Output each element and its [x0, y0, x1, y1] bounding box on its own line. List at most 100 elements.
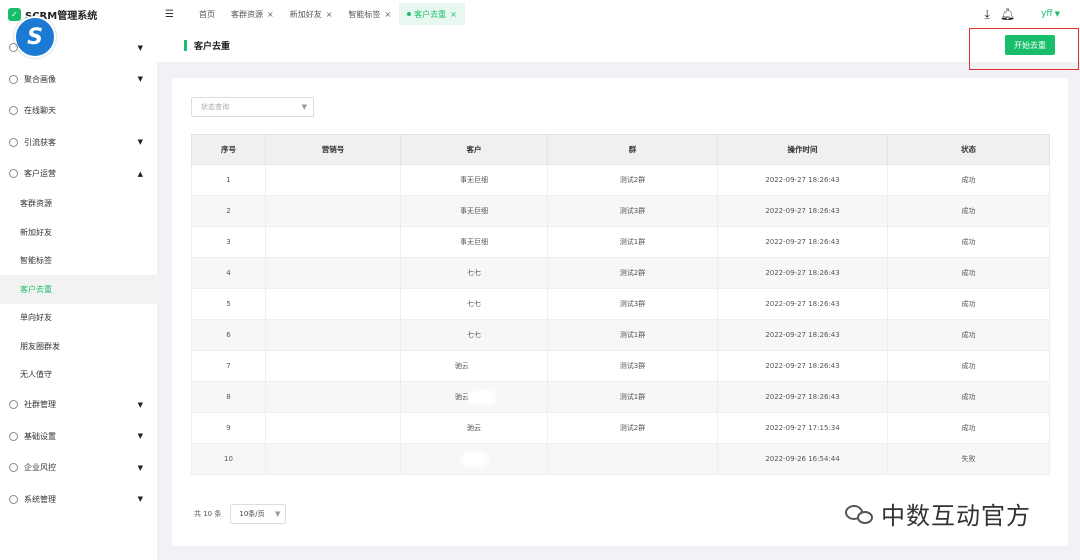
cell-index: 7: [191, 350, 266, 382]
user-icon: [9, 169, 18, 179]
user-menu[interactable]: yff ▼: [1041, 9, 1060, 19]
cell-account: [265, 164, 401, 196]
grid-icon: [9, 400, 18, 410]
page-title: 客户去重: [194, 41, 231, 52]
cell-index-text: 2: [226, 207, 231, 215]
column-header: 营销号: [265, 134, 401, 165]
cell-group-text: 测试2群: [619, 176, 646, 184]
cell-group-text: 测试2群: [619, 269, 646, 277]
start-dedupe-button[interactable]: 开始去重: [1005, 35, 1055, 55]
cell-index-text: 6: [226, 331, 231, 339]
cell-status-text: 成功: [961, 207, 976, 215]
cell-group: 测试2群: [547, 164, 718, 196]
cell-index: 5: [191, 288, 266, 320]
cell-group-text: 测试1群: [619, 238, 646, 246]
cell-index: 10: [191, 443, 266, 475]
cell-index-text: 1: [226, 176, 231, 184]
settings-icon: [9, 431, 18, 441]
close-icon[interactable]: ×: [326, 10, 333, 19]
tab-new-friends[interactable]: 新加好友 ×: [282, 3, 341, 25]
cell-status-text: 成功: [961, 362, 976, 370]
sidebar-subitem-moments-broadcast[interactable]: 朋友圈群发: [0, 332, 157, 361]
caret-down-icon: ▼: [274, 510, 281, 518]
page-size-select[interactable]: 10条/页 ▼: [230, 504, 287, 524]
table-body: 1 事无巨细 测试2群 2022-09-27 18:26:43 成功 2 事无巨细 测试3群 2…: [191, 164, 1050, 475]
cell-time: 2022-09-27 18:26:43: [717, 164, 888, 196]
wechat-icon: [845, 503, 875, 525]
sidebar-subitem-group-resources[interactable]: 客群资源: [0, 190, 157, 219]
sidebar-subitem-dedupe[interactable]: 客户去重: [0, 275, 157, 304]
caret-down-icon: ▼: [301, 103, 307, 111]
close-icon[interactable]: ×: [267, 10, 274, 19]
cell-customer: 七七: [400, 288, 548, 320]
tab-home[interactable]: 首页: [191, 3, 223, 25]
tab-smart-tags[interactable]: 智能标签 ×: [340, 3, 399, 25]
tab-dedupe[interactable]: 客户去重 ×: [399, 3, 465, 25]
sidebar-item-community[interactable]: 社群管理 ▼: [0, 389, 157, 421]
cell-status-text: 成功: [961, 176, 976, 184]
sidebar-subitem-one-way-friends[interactable]: 单向好友: [0, 304, 157, 333]
cell-time: 2022-09-27 18:26:43: [717, 195, 888, 227]
status-filter-select[interactable]: 状态查询 ▼: [191, 97, 314, 117]
cell-group: 测试2群: [547, 412, 718, 444]
sidebar-item-label: 聚合画像: [24, 74, 56, 84]
table-row: 7 驰云 测试3群 2022-09-27 18:26:43 成功: [191, 350, 1050, 382]
caret-down-icon: ▼: [1054, 10, 1060, 18]
sidebar-item-collapsed[interactable]: ▼: [0, 32, 157, 64]
download-icon[interactable]: ⤓: [985, 7, 990, 22]
cell-account: [265, 288, 401, 320]
cell-account: [265, 226, 401, 258]
sidebar-item-acquisition[interactable]: 引流获客 ▼: [0, 127, 157, 159]
cell-index: 8: [191, 381, 266, 413]
cell-customer: 事无巨细: [400, 195, 548, 227]
cell-customer: 驰云: [400, 381, 548, 413]
sidebar-item-risk-control[interactable]: 企业风控 ▼: [0, 452, 157, 484]
sidebar-subitem-new-friends[interactable]: 新加好友: [0, 218, 157, 247]
sidebar-item-portrait[interactable]: 聚合画像 ▼: [0, 64, 157, 96]
cell-time: 2022-09-27 18:26:43: [717, 381, 888, 413]
cell-status-text: 成功: [961, 300, 976, 308]
column-header: 状态: [887, 134, 1050, 165]
cell-status: 成功: [887, 319, 1050, 351]
cell-status: 成功: [887, 226, 1050, 258]
cell-index-text: 10: [224, 455, 233, 463]
tab-label: 客户去重: [414, 9, 447, 19]
sidebar-subitem-unattended[interactable]: 无人值守: [0, 361, 157, 390]
content-card: 状态查询 ▼ 序号 营销号 客户 群 操作时间 状态 1 事无巨细 测试2群 2022…: [172, 78, 1068, 546]
sidebar-subitem-smart-tags[interactable]: 智能标签: [0, 247, 157, 276]
tab-label: 首页: [199, 9, 215, 19]
cell-customer: 驰云: [400, 412, 548, 444]
sidebar-item-operations[interactable]: 客户运营 ▲: [0, 158, 157, 190]
close-icon[interactable]: ×: [450, 10, 457, 19]
dedupe-table: 序号 营销号 客户 群 操作时间 状态 1 事无巨细 测试2群 2022-09-27 …: [191, 134, 1050, 475]
shield-icon: [9, 463, 18, 473]
sidebar: ✓ SCRM管理系统 S ▼ 聚合画像 ▼ 在线聊天 引流获客 ▼ 客户运营 ▲…: [0, 0, 157, 560]
cell-time-text: 2022-09-27 18:26:43: [765, 176, 840, 184]
gear-icon: [9, 494, 18, 504]
table-header-row: 序号 营销号 客户 群 操作时间 状态: [191, 134, 1050, 165]
total-count: 共 10 条: [194, 510, 222, 518]
cell-account: [265, 412, 401, 444]
sidebar-item-chat[interactable]: 在线聊天: [0, 95, 157, 127]
cell-group-text: 测试1群: [619, 331, 646, 339]
cell-account: [265, 257, 401, 289]
cell-customer-text: 事无巨细: [460, 238, 488, 246]
sidebar-item-label: 社群管理: [24, 400, 56, 410]
pagination: 共 10 条 10条/页 ▼: [194, 504, 287, 524]
sidebar-item-basic-settings[interactable]: 基础设置 ▼: [0, 421, 157, 453]
caret-down-icon: ▼: [137, 463, 143, 472]
menu-fold-icon[interactable]: ☰: [165, 9, 179, 20]
table-row: 9 驰云 测试2群 2022-09-27 17:15:34 成功: [191, 412, 1050, 444]
sidebar-item-system[interactable]: 系统管理 ▼: [0, 484, 157, 516]
funnel-icon: [9, 137, 18, 147]
cell-group-text: 测试3群: [619, 300, 646, 308]
bell-icon[interactable]: 🔔︎: [1000, 7, 1015, 21]
page-size-value: 10条/页: [239, 510, 265, 518]
close-icon[interactable]: ×: [384, 10, 391, 19]
cell-time-text: 2022-09-27 18:26:43: [765, 238, 840, 246]
tab-label: 新加好友: [289, 9, 322, 19]
caret-down-icon: ▼: [137, 43, 143, 52]
chat-icon: [9, 106, 18, 116]
cell-time: 2022-09-26 16:54:44: [717, 443, 888, 475]
tab-group-resources[interactable]: 客群资源 ×: [223, 3, 282, 25]
